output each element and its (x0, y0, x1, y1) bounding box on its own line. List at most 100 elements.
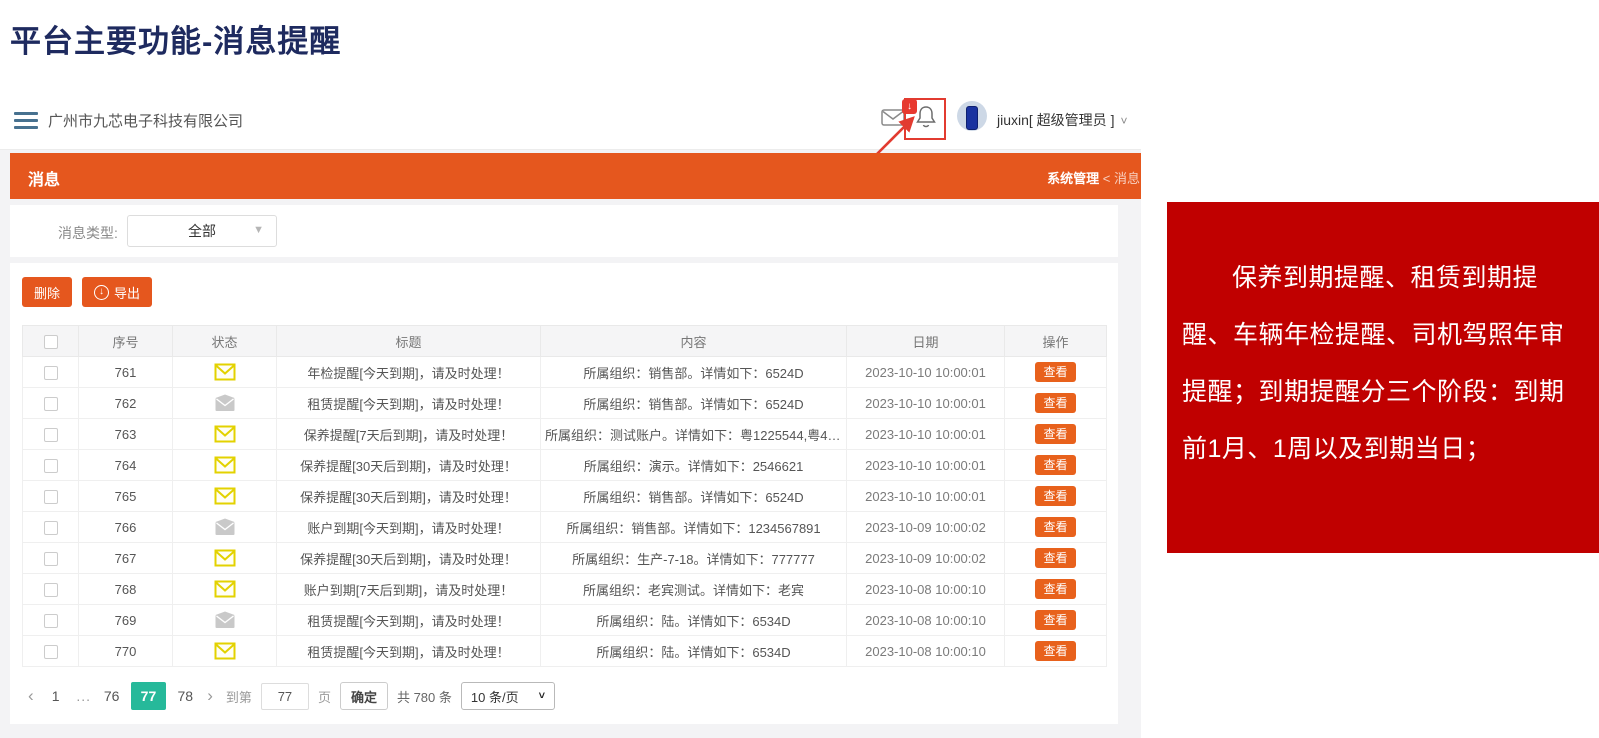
view-button[interactable]: 查看 (1035, 548, 1075, 568)
view-button[interactable]: 查看 (1035, 610, 1075, 630)
row-title: 账户到期[今天到期]，请及时处理！ (277, 512, 541, 543)
unread-envelope-icon (214, 363, 236, 381)
row-date: 2023-10-08 10:00:10 (847, 574, 1005, 605)
header-no: 序号 (79, 326, 173, 357)
view-button[interactable]: 查看 (1035, 641, 1075, 661)
page-button[interactable]: 77 (131, 682, 167, 710)
user-menu[interactable]: jiuxin[ 超级管理员 ]˅ (997, 110, 1127, 130)
row-action-cell: 查看 (1005, 419, 1107, 450)
row-title: 账户到期[7天后到期]，请及时处理！ (277, 574, 541, 605)
delete-button-label: 删除 (34, 283, 60, 302)
page-button[interactable]: 78 (176, 688, 194, 704)
page-size-select[interactable]: 10 条/页 ˅ (461, 682, 555, 710)
message-table: 序号 状态 标题 内容 日期 操作 761年检提醒[今天到期]，请及时处理！所属… (22, 325, 1107, 667)
view-button[interactable]: 查看 (1035, 486, 1075, 506)
header-content: 内容 (541, 326, 847, 357)
row-status-cell (173, 388, 277, 419)
unread-envelope-icon (214, 549, 236, 567)
unread-envelope-icon (214, 580, 236, 598)
table-header-row: 序号 状态 标题 内容 日期 操作 (23, 326, 1107, 357)
select-all-checkbox[interactable] (44, 335, 58, 349)
unread-envelope-icon (214, 487, 236, 505)
row-checkbox-cell (23, 357, 79, 388)
row-checkbox-cell (23, 450, 79, 481)
row-checkbox[interactable] (44, 459, 58, 473)
row-date: 2023-10-09 10:00:02 (847, 512, 1005, 543)
message-type-select[interactable]: 全部 ▼ (127, 215, 277, 247)
view-button[interactable]: 查看 (1035, 393, 1075, 413)
message-type-value: 全部 (188, 221, 216, 241)
table-row: 761年检提醒[今天到期]，请及时处理！所属组织：销售部。详情如下：6524D2… (23, 357, 1107, 388)
table-row: 764 保养提醒[30天后到期]，请及时处理！所属组织：演示。详情如下：25466… (23, 450, 1107, 481)
row-status-cell (173, 357, 277, 388)
row-checkbox-cell (23, 543, 79, 574)
goto-page-input[interactable] (261, 683, 309, 710)
view-button[interactable]: 查看 (1035, 362, 1075, 382)
pagination: ‹ 1...767778 › 到第 页 确定 共 780 条 10 条/页 ˅ (24, 682, 555, 710)
header-title: 标题 (277, 326, 541, 357)
row-checkbox[interactable] (44, 428, 58, 442)
row-number: 765 (79, 481, 173, 512)
row-checkbox[interactable] (44, 397, 58, 411)
unread-envelope-icon (214, 642, 236, 660)
row-status-cell (173, 636, 277, 667)
view-button[interactable]: 查看 (1035, 455, 1075, 475)
page-button[interactable]: 76 (103, 688, 121, 704)
row-date: 2023-10-08 10:00:10 (847, 636, 1005, 667)
row-checkbox-cell (23, 388, 79, 419)
row-title: 保养提醒[30天后到期]，请及时处理！ (277, 543, 541, 574)
row-date: 2023-10-10 10:00:01 (847, 419, 1005, 450)
header-action: 操作 (1005, 326, 1107, 357)
table-row: 770租赁提醒[今天到期]，请及时处理！所属组织：陆。详情如下：6534D202… (23, 636, 1107, 667)
row-checkbox-cell (23, 512, 79, 543)
row-checkbox[interactable] (44, 490, 58, 504)
row-content: 所属组织：测试账户。详情如下：粤1225544,粤45442221 (541, 419, 847, 450)
message-type-label: 消息类型: (58, 223, 118, 243)
row-checkbox[interactable] (44, 552, 58, 566)
row-checkbox[interactable] (44, 366, 58, 380)
row-number: 768 (79, 574, 173, 605)
view-button[interactable]: 查看 (1035, 517, 1075, 537)
user-avatar[interactable] (957, 101, 987, 131)
row-content: 所属组织：老宾测试。详情如下：老宾 (541, 574, 847, 605)
slide-title: 平台主要功能-消息提醒 (10, 16, 341, 61)
row-content: 所属组织：演示。详情如下：2546621 (541, 450, 847, 481)
page-button[interactable]: 1 (47, 688, 65, 704)
row-status-cell (173, 481, 277, 512)
delete-button[interactable]: 删除 (22, 277, 72, 307)
prev-page-button[interactable]: ‹ (24, 686, 38, 706)
row-number: 762 (79, 388, 173, 419)
filter-panel: 消息类型: 全部 ▼ (10, 205, 1118, 257)
row-title: 保养提醒[7天后到期]，请及时处理！ (277, 419, 541, 450)
next-page-button[interactable]: › (203, 686, 217, 706)
view-button[interactable]: 查看 (1035, 424, 1075, 444)
row-status-cell (173, 543, 277, 574)
row-checkbox[interactable] (44, 614, 58, 628)
select-all-cell (23, 326, 79, 357)
row-checkbox-cell (23, 605, 79, 636)
table-row: 762租赁提醒[今天到期]，请及时处理！所属组织：销售部。详情如下：6524D2… (23, 388, 1107, 419)
annotation-callout: 保养到期提醒、租赁到期提醒、车辆年检提醒、司机驾照年审提醒；到期提醒分三个阶段：… (1167, 202, 1599, 553)
breadcrumb: 系统管理 < 消息 (1047, 168, 1140, 187)
row-date: 2023-10-10 10:00:01 (847, 357, 1005, 388)
row-title: 保养提醒[30天后到期]，请及时处理！ (277, 450, 541, 481)
row-action-cell: 查看 (1005, 450, 1107, 481)
row-title: 租赁提醒[今天到期]，请及时处理！ (277, 636, 541, 667)
row-number: 764 (79, 450, 173, 481)
table-row: 766账户到期[今天到期]，请及时处理！所属组织：销售部。详情如下：123456… (23, 512, 1107, 543)
select-caret-icon: ▼ (253, 224, 264, 236)
confirm-button[interactable]: 确定 (340, 682, 388, 710)
annotation-arrow (869, 112, 925, 158)
row-checkbox[interactable] (44, 645, 58, 659)
row-checkbox[interactable] (44, 583, 58, 597)
export-button[interactable]: ↓ 导出 (82, 277, 152, 307)
page-ellipsis: ... (75, 688, 93, 704)
view-button[interactable]: 查看 (1035, 579, 1075, 599)
unread-envelope-icon (214, 425, 236, 443)
hamburger-menu-icon[interactable] (14, 112, 38, 133)
breadcrumb-parent[interactable]: 系统管理 (1047, 171, 1099, 186)
row-checkbox[interactable] (44, 521, 58, 535)
app-screenshot: 广州市九芯电子科技有限公司 ↓ jiuxin[ 超 (0, 88, 1141, 738)
export-download-icon: ↓ (94, 285, 109, 300)
unread-envelope-icon (214, 456, 236, 474)
